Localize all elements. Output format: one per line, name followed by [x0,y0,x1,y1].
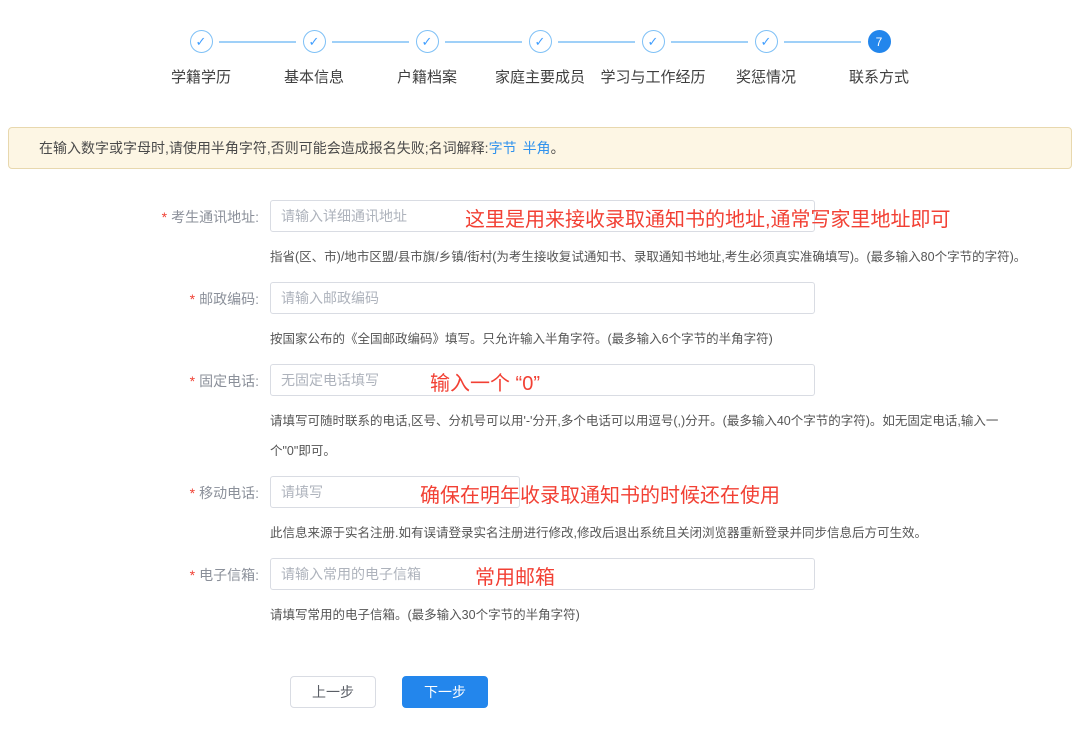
check-glyph: ✓ [535,35,546,48]
field-label: *邮政编码: [0,282,270,354]
check-glyph: ✓ [648,35,659,48]
notice-suffix: 。 [551,140,565,156]
prev-step-button[interactable]: 上一步 [290,676,376,708]
stepper-step-huji[interactable]: ✓ 户籍档案 [371,30,484,87]
required-asterisk: * [190,485,195,501]
required-asterisk: * [190,291,195,307]
next-step-button[interactable]: 下一步 [402,676,488,708]
mobile-input[interactable] [270,476,520,508]
mobile-help-text: 此信息来源于实名注册.如有误请登录实名注册进行修改,修改后退出系统且关闭浏览器重… [270,518,927,548]
check-glyph: ✓ [309,35,320,48]
step-label: 户籍档案 [371,66,484,87]
email-input[interactable] [270,558,815,590]
form-actions: 上一步 下一步 [290,676,1080,708]
step-label: 奖惩情况 [710,66,823,87]
required-asterisk: * [190,567,195,583]
stepper-step-jingli[interactable]: ✓ 学习与工作经历 [597,30,710,87]
step-check-icon: ✓ [303,30,326,53]
glossary-link-halfwidth[interactable]: 半角 [523,140,551,156]
step-label: 联系方式 [823,66,936,87]
stepper-step-jiben[interactable]: ✓ 基本信息 [258,30,371,87]
field-label: *固定电话: [0,364,270,466]
step-check-icon: ✓ [755,30,778,53]
step-check-icon: ✓ [416,30,439,53]
notice-text: 在输入数字或字母时,请使用半角字符,否则可能会造成报名失败;名词解释: [39,140,489,156]
step-number-badge: 7 [868,30,891,53]
step-label: 学籍学历 [145,66,258,87]
stepper-step-xueji[interactable]: ✓ 学籍学历 [145,30,258,87]
postcode-help-text: 按国家公布的《全国邮政编码》填写。只允许输入半角字符。(最多输入6个字节的半角字… [270,324,815,354]
halfwidth-notice-banner: 在输入数字或字母时,请使用半角字符,否则可能会造成报名失败;名词解释:字节半角。 [8,127,1072,169]
stepper-step-jiating[interactable]: ✓ 家庭主要成员 [484,30,597,87]
form-row-postcode: *邮政编码: 按国家公布的《全国邮政编码》填写。只允许输入半角字符。(最多输入6… [0,282,1080,354]
required-asterisk: * [190,373,195,389]
field-label: *考生通讯地址: [0,200,270,272]
stepper-step-jiangcheng[interactable]: ✓ 奖惩情况 [710,30,823,87]
step-check-icon: ✓ [642,30,665,53]
step-label: 学习与工作经历 [597,66,710,87]
check-glyph: ✓ [761,35,772,48]
landline-input[interactable] [270,364,815,396]
address-help-text: 指省(区、市)/地市区盟/县市旗/乡镇/街村(为考生接收复试通知书、录取通知书地… [270,242,1026,272]
step-label: 家庭主要成员 [484,66,597,87]
step-check-icon: ✓ [190,30,213,53]
check-glyph: ✓ [196,35,207,48]
field-label: *移动电话: [0,476,270,548]
required-asterisk: * [162,209,167,225]
postcode-input[interactable] [270,282,815,314]
glossary-link-byte[interactable]: 字节 [489,140,517,156]
contact-info-form: *考生通讯地址: 这里是用来接收录取通知书的地址,通常写家里地址即可 指省(区、… [0,200,1080,708]
field-label: *电子信箱: [0,558,270,630]
stepper-step-lianxi-current[interactable]: 7 联系方式 [823,30,936,87]
form-row-landline: *固定电话: 输入一个 “0” 请填写可随时联系的电话,区号、分机号可以用'-'… [0,364,1080,466]
step-check-icon: ✓ [529,30,552,53]
step-label: 基本信息 [258,66,371,87]
form-row-email: *电子信箱: 常用邮箱 请填写常用的电子信箱。(最多输入30个字节的半角字符) [0,558,1080,630]
wizard-stepper: ✓ 学籍学历 ✓ 基本信息 ✓ 户籍档案 ✓ 家庭主要成员 ✓ 学习与工作经历 … [145,0,936,87]
address-input[interactable] [270,200,815,232]
step-number: 7 [876,36,883,48]
check-glyph: ✓ [422,35,433,48]
form-row-mobile: *移动电话: 确保在明年收录取通知书的时候还在使用 此信息来源于实名注册.如有误… [0,476,1080,548]
landline-help-text: 请填写可随时联系的电话,区号、分机号可以用'-'分开,多个电话可以用逗号(,)分… [270,406,1032,466]
form-row-address: *考生通讯地址: 这里是用来接收录取通知书的地址,通常写家里地址即可 指省(区、… [0,200,1080,272]
email-help-text: 请填写常用的电子信箱。(最多输入30个字节的半角字符) [270,600,815,630]
